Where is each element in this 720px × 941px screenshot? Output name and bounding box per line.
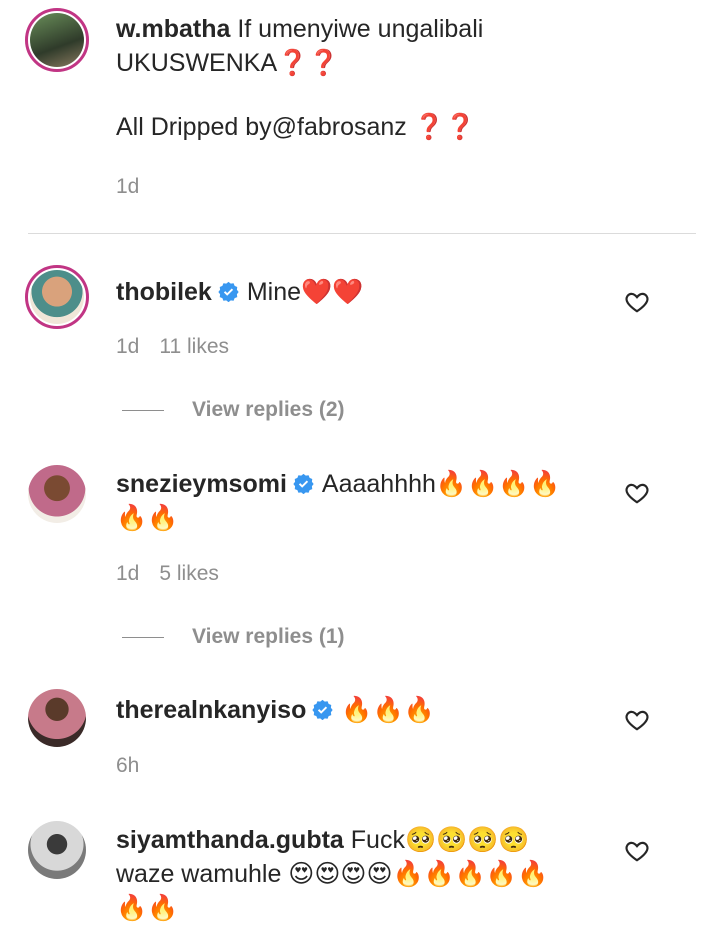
caption-text: w.mbatha If umenyiwe ungalibali UKUSWENK…: [116, 12, 586, 144]
comment-2-username[interactable]: snezieymsomi: [116, 470, 287, 498]
comment-4-text-3: 🔥🔥: [116, 894, 179, 922]
replies-line: [122, 636, 164, 638]
caption-meta: 1d: [116, 175, 139, 199]
comment-1: thobilek Mine❤️❤️: [116, 275, 586, 309]
comment-2-time: 1d: [116, 562, 140, 585]
comment-1-text: Mine❤️❤️: [246, 278, 364, 306]
verified-badge-icon: [312, 699, 334, 720]
view-replies-button-2[interactable]: View replies (1): [122, 625, 345, 649]
like-heart-icon[interactable]: [624, 838, 650, 864]
replies-line: [122, 409, 164, 411]
comment-1-meta: 1d 11 likes: [116, 335, 229, 359]
comment-4: siyamthanda.gubta Fuck🥺🥺🥺🥺 waze wamuhle …: [116, 823, 586, 925]
caption-line-1: If umenyiwe ungalibali: [237, 15, 484, 43]
comment-2-likes[interactable]: 5 likes: [159, 562, 219, 585]
comment-3-username[interactable]: therealnkanyiso: [116, 696, 306, 724]
comment-3-meta: 6h: [116, 754, 139, 778]
comment-3-time: 6h: [116, 754, 140, 777]
comment-1-username[interactable]: thobilek: [116, 278, 212, 306]
caption-time: 1d: [116, 175, 140, 198]
comment-4-text: Fuck🥺🥺🥺🥺: [350, 826, 530, 854]
like-heart-icon[interactable]: [624, 480, 650, 506]
view-replies-label-2: View replies (1): [192, 625, 345, 648]
comment-2-meta: 1d 5 likes: [116, 562, 219, 586]
verified-badge-icon: [218, 281, 239, 302]
avatar-therealnkanyiso[interactable]: [25, 686, 89, 750]
comment-3: therealnkanyiso 🔥🔥🔥: [116, 693, 586, 727]
comment-4-text-2: waze wamuhle 😍😍😍😍🔥🔥🔥🔥🔥: [116, 860, 549, 888]
comment-2-text-2: 🔥🔥: [116, 504, 179, 532]
comment-4-username[interactable]: siyamthanda.gubta: [116, 826, 344, 854]
caption-line-3: All Dripped by@fabrosanz ❓❓: [116, 113, 476, 141]
like-heart-icon[interactable]: [624, 707, 650, 733]
avatar-siyamthanda-gubta[interactable]: [25, 818, 89, 882]
comment-1-time: 1d: [116, 335, 140, 358]
caption-username[interactable]: w.mbatha: [116, 15, 230, 43]
view-replies-button-1[interactable]: View replies (2): [122, 398, 345, 422]
comment-2-text: Aaaahhhh🔥🔥🔥🔥: [321, 470, 561, 498]
comment-1-likes[interactable]: 11 likes: [159, 335, 229, 358]
comment-3-text: 🔥🔥🔥: [341, 696, 435, 724]
avatar-w-mbatha[interactable]: [25, 8, 89, 72]
verified-badge-icon: [293, 473, 314, 494]
like-heart-icon[interactable]: [624, 289, 650, 315]
avatar-snezieymsomi[interactable]: [25, 462, 89, 526]
caption-divider: [28, 233, 696, 234]
avatar-thobilek[interactable]: [25, 265, 89, 329]
caption-line-2: UKUSWENKA❓❓: [116, 49, 340, 77]
comment-2: snezieymsomi Aaaahhhh🔥🔥🔥🔥 🔥🔥: [116, 467, 586, 535]
view-replies-label-1: View replies (2): [192, 398, 345, 421]
